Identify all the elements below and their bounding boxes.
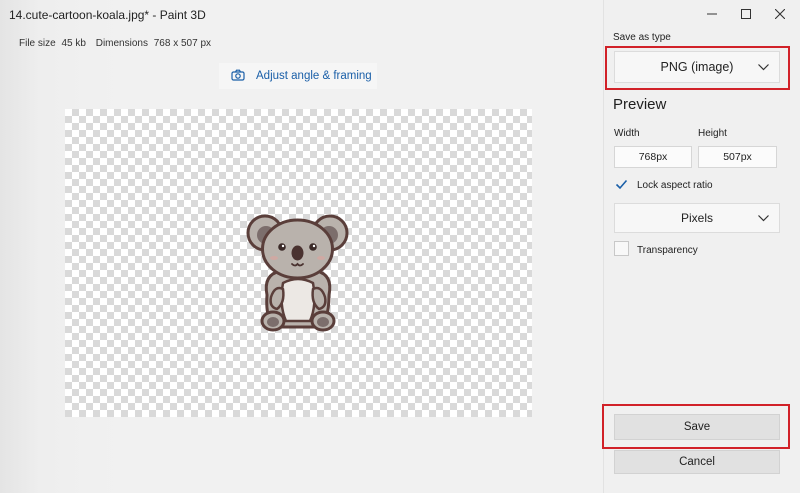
dimensions-value: 768 x 507 px <box>153 38 212 49</box>
height-value: 507px <box>723 151 752 163</box>
maximize-button[interactable] <box>727 0 765 28</box>
transparency-label: Transparency <box>637 245 698 256</box>
minimize-icon <box>707 7 717 22</box>
save-type-highlight <box>605 46 790 90</box>
minimize-button[interactable] <box>693 0 731 28</box>
chevron-down-icon <box>758 211 769 225</box>
width-input[interactable]: 768px <box>614 146 692 168</box>
file-size-value: 45 kb <box>61 38 86 49</box>
file-size-label: File size <box>19 38 56 49</box>
adjust-angle-button[interactable]: Adjust angle & framing <box>219 63 377 89</box>
adjust-angle-label: Adjust angle & framing <box>256 70 372 82</box>
transparency-checkbox[interactable] <box>614 241 629 256</box>
close-icon <box>774 7 786 22</box>
height-input[interactable]: 507px <box>698 146 777 168</box>
height-label: Height <box>698 128 727 139</box>
lock-aspect-checkbox[interactable] <box>614 177 629 192</box>
save-as-type-label: Save as type <box>613 32 671 43</box>
image-canvas <box>65 109 532 417</box>
units-dropdown[interactable]: Pixels <box>614 203 780 233</box>
file-info: File size 45 kb Dimensions 768 x 507 px <box>19 38 214 49</box>
lock-aspect-label: Lock aspect ratio <box>637 180 713 191</box>
units-value: Pixels <box>680 211 713 225</box>
koala-image <box>246 214 349 332</box>
save-button-highlight <box>602 404 790 449</box>
checkmark-icon <box>614 179 629 196</box>
cancel-button-label: Cancel <box>679 456 715 468</box>
preview-area: 14.cute-cartoon-koala.jpg* - Paint 3D Fi… <box>0 0 603 493</box>
width-label: Width <box>614 128 640 139</box>
window-title: 14.cute-cartoon-koala.jpg* - Paint 3D <box>9 8 206 22</box>
maximize-icon <box>741 7 751 22</box>
dimensions-label: Dimensions <box>95 38 148 49</box>
width-value: 768px <box>638 151 668 163</box>
cancel-button[interactable]: Cancel <box>614 450 780 474</box>
close-button[interactable] <box>761 0 799 28</box>
preview-heading: Preview <box>613 96 667 113</box>
camera-icon <box>231 69 245 84</box>
